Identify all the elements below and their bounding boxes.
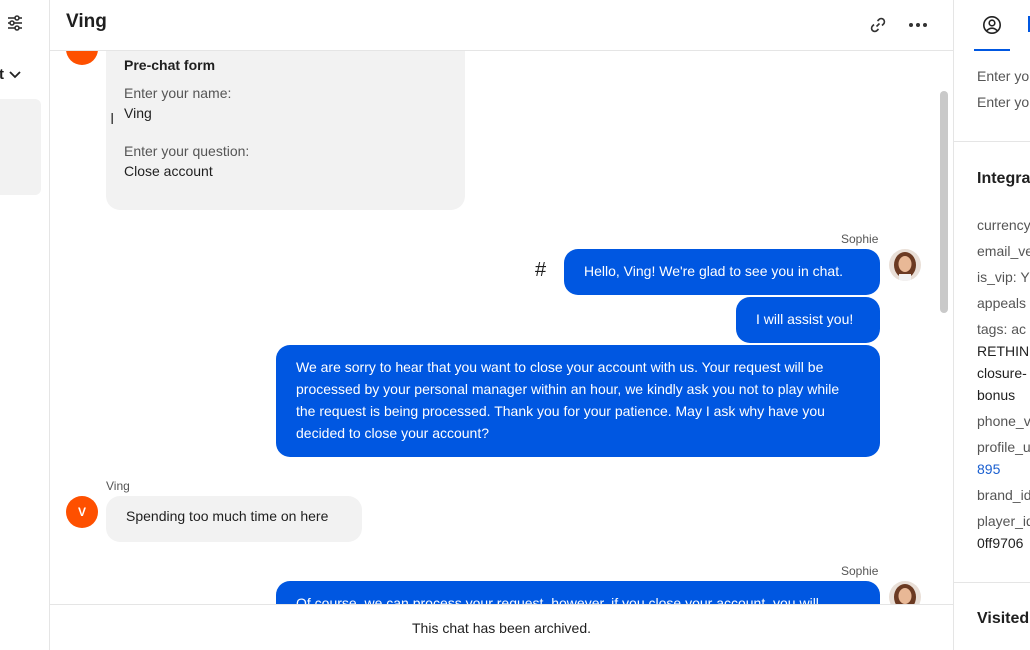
conversation-list-panel: t: [0, 0, 50, 650]
chevron-down-icon: [9, 70, 21, 78]
chat-title: Ving: [66, 11, 107, 32]
link-icon: [870, 17, 886, 33]
divider: [954, 141, 1030, 142]
message-list[interactable]: Pre-chat form Enter your name: Ving Ente…: [50, 51, 953, 604]
customer-message-bubble: Spending too much time on here: [106, 496, 362, 542]
agent-message-bubble: We are sorry to hear that you want to cl…: [276, 345, 880, 457]
chat-scrollbar[interactable]: [940, 91, 948, 313]
hash-icon[interactable]: #: [535, 259, 546, 282]
archived-notice: This chat has been archived.: [50, 604, 953, 650]
name-field-value: Ving: [124, 105, 152, 121]
attr-tags-value: closure-: [977, 365, 1027, 381]
user-circle-icon: [983, 15, 1001, 34]
attr-tags-value: RETHINI: [977, 343, 1030, 359]
more-options-button[interactable]: [905, 12, 931, 38]
attr-tags: tags: ac: [977, 321, 1027, 337]
conversation-card-selected[interactable]: [0, 99, 41, 195]
agent-avatar: [889, 581, 921, 604]
filter-icon[interactable]: [6, 14, 24, 32]
sender-name: Sophie: [841, 564, 879, 578]
attr-is-vip: is_vip: Y: [977, 269, 1030, 285]
field-question: Enter yo: [977, 94, 1030, 110]
question-field-value: Close account: [124, 163, 213, 179]
avatar: [66, 51, 98, 65]
attr-email-verified: email_ve: [977, 243, 1030, 259]
chat-panel: Ving Pre-chat form Enter your name: Ving: [50, 0, 953, 650]
status-dropdown[interactable]: t: [0, 66, 22, 83]
attr-phone-verified: phone_v: [977, 413, 1030, 429]
sender-name: Ving: [106, 479, 130, 493]
attr-brand-id: brand_id: [977, 487, 1030, 503]
chat-header: Ving: [50, 0, 953, 51]
agent-message-bubble: Hello, Ving! We're glad to see you in ch…: [564, 249, 880, 295]
integrations-heading: Integra: [977, 170, 1030, 187]
attr-player-id-value: 0ff9706: [977, 535, 1024, 551]
field-name: Enter yo: [977, 68, 1030, 84]
tab-customer-profile[interactable]: [974, 0, 1010, 51]
prechat-form-title: Pre-chat form: [124, 57, 216, 73]
app-root: t Ving: [0, 0, 1030, 650]
question-field-label: Enter your question:: [124, 143, 250, 159]
attr-appeals: appeals: [977, 295, 1027, 311]
attr-profile-url: profile_u: [977, 439, 1030, 455]
name-field-label: Enter your name:: [124, 85, 232, 101]
status-dropdown-label: t: [0, 66, 4, 83]
more-horizontal-icon: [909, 23, 927, 27]
sender-name: Sophie: [841, 232, 879, 246]
attr-tags-value: bonus: [977, 387, 1016, 403]
attr-player-id: player_id: [977, 513, 1030, 529]
prechat-form-card: Pre-chat form Enter your name: Ving Ente…: [106, 51, 465, 210]
visited-pages-heading: Visited: [977, 610, 1030, 627]
text-cursor-icon: I: [110, 111, 115, 128]
customer-avatar: V: [66, 496, 98, 528]
copy-link-button[interactable]: [865, 12, 891, 38]
agent-message-bubble: Of course, we can process your request, …: [276, 581, 880, 604]
profile-url-link[interactable]: 895: [977, 461, 1000, 477]
agent-message-bubble: I will assist you!: [736, 297, 880, 343]
divider: [954, 582, 1030, 583]
attr-currency: currency: [977, 217, 1030, 233]
customer-info-panel: Enter yo Enter yo Integra currency email…: [953, 0, 1030, 650]
agent-avatar: [889, 249, 921, 281]
